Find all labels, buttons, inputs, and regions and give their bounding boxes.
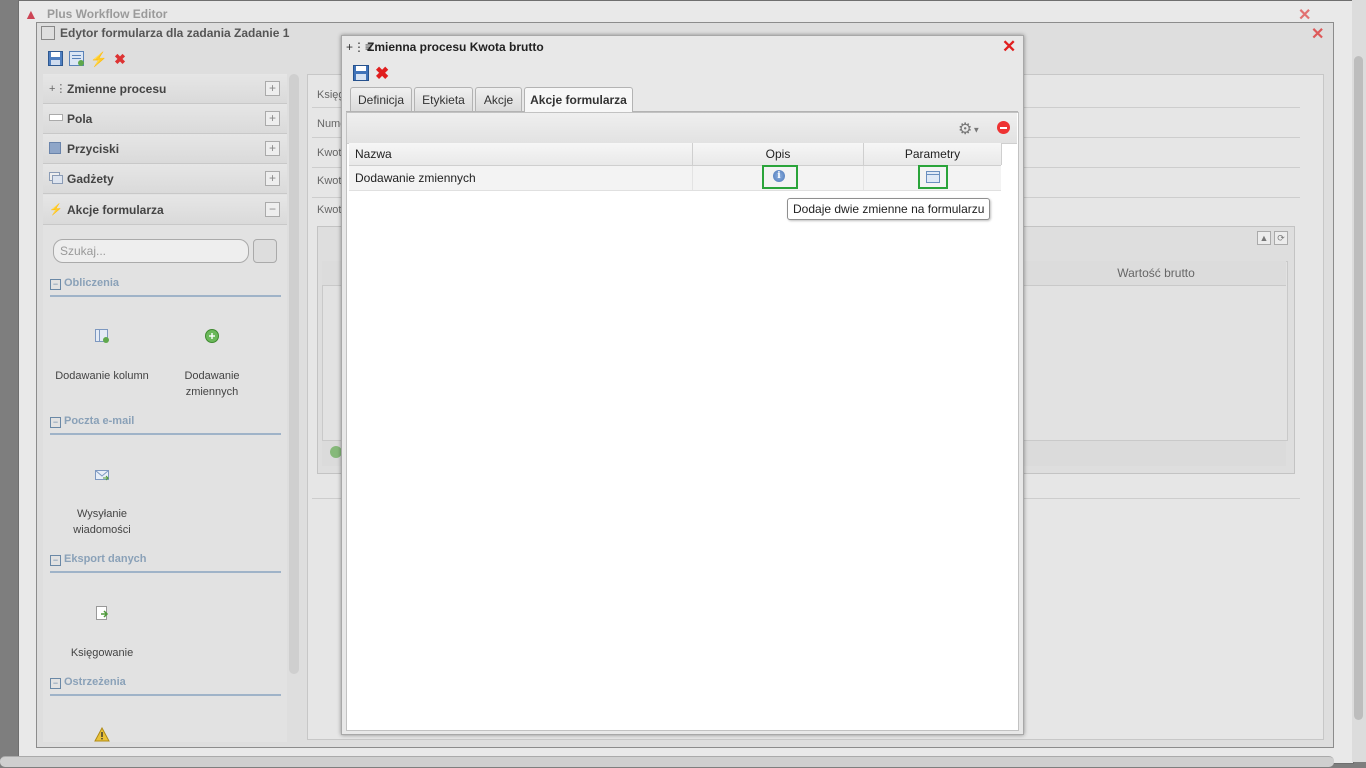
lightning-icon: ⚡ — [49, 204, 63, 216]
search-placeholder: Szukaj... — [60, 244, 107, 258]
tooltip: Dodaje dwie zmienne na formularzu — [787, 198, 991, 220]
send-mail-icon[interactable] — [94, 467, 110, 483]
expand-icon[interactable]: + — [265, 171, 280, 186]
warning-icon[interactable] — [94, 726, 110, 743]
column-parametry[interactable]: Parametry — [864, 147, 1001, 161]
dialog-close-icon[interactable]: ✕ — [1002, 37, 1016, 57]
row-name: Dodawanie zmiennych — [355, 171, 476, 185]
collapse-icon[interactable]: − — [50, 555, 61, 566]
section-label: Przyciski — [67, 142, 120, 156]
expand-icon[interactable]: + — [265, 141, 280, 156]
tab-definicja[interactable]: Definicja — [350, 87, 412, 112]
tool-dodawanie-kolumn[interactable]: Dodawanie kolumn — [47, 368, 157, 384]
row-label: Kwot — [317, 175, 342, 187]
save-icon[interactable] — [47, 51, 63, 67]
grid-collapse-icon[interactable]: ▲ — [1257, 231, 1271, 245]
editor-title: Edytor formularza dla zadania Zadanie 1 — [60, 26, 290, 40]
collapse-icon[interactable]: − — [50, 279, 61, 290]
grid-refresh-icon[interactable]: ⟳ — [1274, 231, 1288, 245]
gadget-icon — [49, 172, 63, 184]
category-obliczenia[interactable]: − Obliczenia — [50, 277, 281, 297]
section-label: Pola — [67, 112, 93, 126]
tool-ksiegowanie[interactable]: Księgowanie — [47, 645, 157, 661]
sidebar-section-akcje-formularza[interactable]: ⚡ Akcje formularza − — [43, 195, 287, 225]
editor-window-icon — [41, 26, 55, 40]
expand-icon[interactable]: + — [265, 111, 280, 126]
collapse-icon[interactable]: − — [265, 202, 280, 217]
gear-icon[interactable]: ⚙▼ — [958, 119, 980, 139]
category-label: Poczta e-mail — [64, 415, 135, 427]
tab-etykieta[interactable]: Etykieta — [414, 87, 473, 112]
editor-close-icon[interactable]: ✕ — [1311, 24, 1324, 44]
sidebar-scrollbar[interactable] — [289, 74, 299, 674]
tab-akcje[interactable]: Akcje — [475, 87, 522, 112]
category-eksport-danych[interactable]: − Eksport danych — [50, 553, 281, 573]
category-label: Ostrzeżenia — [64, 676, 126, 688]
page-scrollbar[interactable] — [1352, 0, 1366, 762]
export-icon[interactable] — [94, 605, 110, 621]
dialog-title: Zmienna procesu Kwota brutto — [367, 40, 544, 54]
add-columns-icon[interactable] — [94, 328, 110, 344]
parameters-icon[interactable] — [926, 171, 940, 183]
add-variables-icon[interactable] — [204, 328, 220, 344]
section-label: Akcje formularza — [67, 203, 164, 217]
dialog-save-icon[interactable] — [353, 65, 369, 81]
tool-wysylanie-wiadomosci[interactable]: Wysyłanie wiadomości — [47, 506, 157, 538]
info-icon[interactable]: i — [773, 170, 785, 182]
sidebar: +⋮ Zmienne procesu + Pola + Przyciski + … — [43, 74, 287, 742]
field-icon — [49, 112, 63, 124]
sidebar-section-gadzety[interactable]: Gadżety + — [43, 164, 287, 194]
sidebar-section-zmienne-procesu[interactable]: +⋮ Zmienne procesu + — [43, 74, 287, 104]
variables-icon: +⋮ — [49, 83, 67, 95]
dialog-cancel-icon[interactable]: ✖ — [375, 64, 389, 84]
section-label: Zmienne procesu — [67, 82, 167, 96]
row-label: Kwot — [317, 147, 342, 159]
page-horizontal-scrollbar[interactable] — [0, 756, 1334, 767]
expand-icon[interactable]: + — [265, 81, 280, 96]
clear-search-icon[interactable] — [253, 239, 277, 263]
app-logo-icon: ▲ — [24, 6, 38, 22]
sidebar-section-przyciski[interactable]: Przyciski + — [43, 134, 287, 164]
close-editor-icon[interactable]: ✖ — [112, 51, 128, 67]
section-label: Gadżety — [67, 172, 114, 186]
column-nazwa[interactable]: Nazwa — [355, 147, 392, 161]
category-ostrzezenia[interactable]: − Ostrzeżenia — [50, 676, 281, 696]
collapse-icon[interactable]: − — [50, 417, 61, 428]
tab-akcje-formularza[interactable]: Akcje formularza — [524, 87, 633, 113]
save-as-icon[interactable] — [68, 51, 84, 67]
category-poczta-e-mail[interactable]: − Poczta e-mail — [50, 415, 281, 435]
button-icon — [49, 142, 63, 154]
app-title: Plus Workflow Editor — [47, 7, 168, 21]
add-action-icon[interactable]: ⚡ — [90, 51, 107, 67]
grid-toolbar — [347, 113, 1017, 144]
tool-dodawanie-zmiennych[interactable]: Dodawanie zmiennych — [162, 368, 262, 400]
row-label: Kwot — [317, 204, 342, 216]
collapse-icon[interactable]: − — [50, 678, 61, 689]
grid-column-wartosc-brutto: Wartość brutto — [1117, 266, 1195, 280]
category-label: Obliczenia — [64, 277, 120, 289]
column-opis[interactable]: Opis — [693, 147, 863, 161]
category-label: Eksport danych — [64, 553, 147, 565]
remove-icon[interactable] — [997, 121, 1010, 134]
sidebar-section-pola[interactable]: Pola + — [43, 104, 287, 134]
